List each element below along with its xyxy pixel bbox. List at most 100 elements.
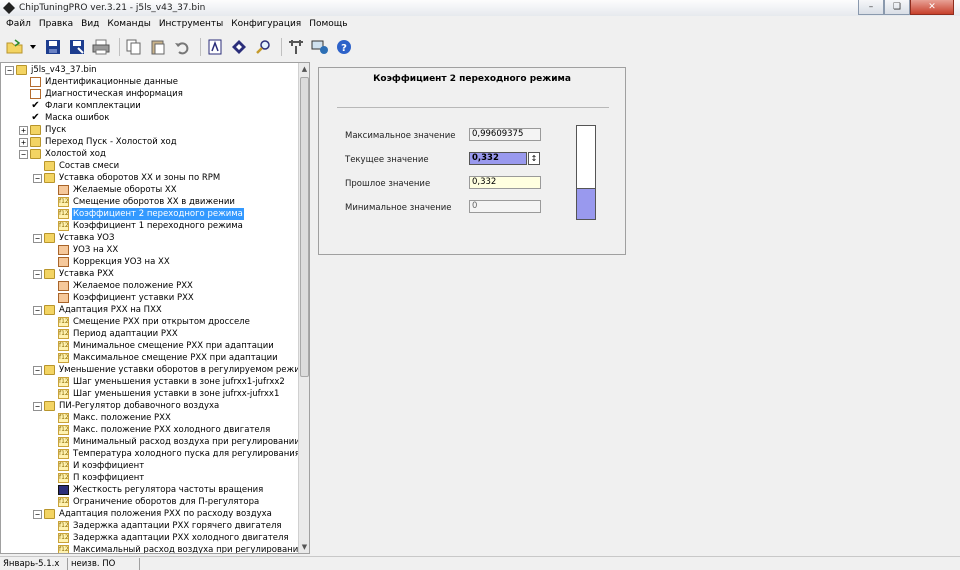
tree-item[interactable]: Идентификационные данные bbox=[30, 76, 179, 88]
collapse-icon[interactable]: − bbox=[33, 305, 42, 315]
parameter-icon: f12 bbox=[58, 533, 69, 543]
tree-item[interactable]: f12 Задержка адаптации РХХ холодного двиг… bbox=[58, 532, 290, 544]
calc-button[interactable] bbox=[205, 37, 225, 57]
save-as-button[interactable] bbox=[67, 37, 87, 57]
tree-item[interactable]: Коэффициент уставки РХХ bbox=[58, 292, 195, 304]
tree-item[interactable]: − Уставка оборотов ХХ и зоны по RPM bbox=[33, 172, 221, 184]
spin-button[interactable]: ↕ bbox=[528, 152, 540, 165]
save-button[interactable] bbox=[43, 37, 63, 57]
app-icon bbox=[3, 2, 15, 14]
tree-item[interactable]: − Адаптация положения РХХ по расходу возд… bbox=[33, 508, 273, 520]
tree-item[interactable]: f12 Задержка адаптации РХХ горячего двига… bbox=[58, 520, 283, 532]
tree-item-label: Уставка РХХ bbox=[59, 269, 114, 279]
tree-item[interactable]: + Пуск bbox=[19, 124, 67, 136]
help-button[interactable]: ? bbox=[334, 37, 354, 57]
tree-item[interactable]: − ПИ-Регулятор добавочного воздуха bbox=[33, 400, 220, 412]
tree-item[interactable]: − Адаптация РХХ на ПХХ bbox=[33, 304, 163, 316]
collapse-icon[interactable]: − bbox=[5, 65, 14, 75]
paste-icon bbox=[151, 40, 165, 54]
expand-icon[interactable]: + bbox=[19, 137, 28, 147]
tree-item[interactable]: f12 Коэффициент 2 переходного режима bbox=[58, 208, 244, 220]
minimize-button[interactable]: – bbox=[858, 0, 884, 15]
folder-icon bbox=[44, 233, 55, 243]
parameter-icon: f12 bbox=[58, 197, 69, 207]
collapse-icon[interactable]: − bbox=[33, 233, 42, 243]
paste-button[interactable] bbox=[148, 37, 168, 57]
tree-item[interactable]: + Переход Пуск - Холостой ход bbox=[19, 136, 178, 148]
tree-item[interactable]: Состав смеси bbox=[44, 160, 120, 172]
print-button[interactable] bbox=[91, 37, 111, 57]
tools-button[interactable] bbox=[286, 37, 306, 57]
tree-item[interactable]: f12 Шаг уменьшения уставки в зоне jufrxx1… bbox=[58, 376, 286, 388]
tree-item[interactable]: f12 Максимальное смещение РХХ при адаптац… bbox=[58, 352, 279, 364]
table-icon bbox=[58, 281, 69, 291]
network-button[interactable] bbox=[310, 37, 330, 57]
title-bar: ChipTuningPRO ver.3.21 - j5ls_v43_37.bin… bbox=[0, 0, 960, 16]
tree-item[interactable]: Жесткость регулятора частоты вращения bbox=[58, 484, 264, 496]
search-button[interactable] bbox=[253, 37, 273, 57]
calc-icon bbox=[208, 39, 222, 54]
open-dropdown-button[interactable] bbox=[29, 37, 37, 57]
tree-item-label: Период адаптации РХХ bbox=[73, 329, 178, 339]
tree-item[interactable]: Желаемые обороты ХХ bbox=[58, 184, 178, 196]
menu-file[interactable]: Файл bbox=[2, 19, 35, 29]
tree-scrollbar[interactable]: ▲ ▼ bbox=[298, 63, 309, 553]
tree-item[interactable]: f12 И коэффициент bbox=[58, 460, 145, 472]
collapse-icon[interactable]: − bbox=[33, 401, 42, 411]
scroll-down-icon[interactable]: ▼ bbox=[299, 541, 309, 553]
tree-item[interactable]: f12 Период адаптации РХХ bbox=[58, 328, 179, 340]
tree-item[interactable]: f12 Минимальный расход воздуха при регули… bbox=[58, 436, 301, 448]
tree-item[interactable]: f12 Ограничение оборотов для П-регулятора bbox=[58, 496, 260, 508]
undo-button[interactable] bbox=[172, 37, 192, 57]
tree-item[interactable]: − Уменьшение уставки оборотов в регулируе… bbox=[33, 364, 309, 376]
tree-item[interactable]: − Уставка РХХ bbox=[33, 268, 115, 280]
tree-item[interactable]: f12 Температура холодного пуска для регул… bbox=[58, 448, 301, 460]
tree-item[interactable]: ✔ Маска ошибок bbox=[30, 112, 110, 124]
tree-item[interactable]: f12 Макс. положение РХХ bbox=[58, 412, 172, 424]
menu-tools[interactable]: Инструменты bbox=[155, 19, 227, 29]
tree-item-label: Смещение оборотов ХХ в движении bbox=[73, 197, 235, 207]
parameter-icon: f12 bbox=[58, 461, 69, 471]
close-button[interactable]: ✕ bbox=[910, 0, 954, 15]
menu-commands[interactable]: Команды bbox=[103, 19, 154, 29]
collapse-icon[interactable]: − bbox=[19, 149, 28, 159]
tree-item[interactable]: f12 Минимальное смещение РХХ при адаптаци… bbox=[58, 340, 275, 352]
svg-text:?: ? bbox=[341, 43, 347, 54]
scroll-thumb[interactable] bbox=[300, 77, 309, 377]
tree-item[interactable]: − Холостой ход bbox=[19, 148, 107, 160]
tree-item[interactable]: Диагностическая информация bbox=[30, 88, 184, 100]
tree-item[interactable]: Желаемое положение РХХ bbox=[58, 280, 194, 292]
toolbar-separator bbox=[200, 37, 201, 56]
copy-button[interactable] bbox=[124, 37, 144, 57]
scroll-up-icon[interactable]: ▲ bbox=[299, 63, 309, 75]
collapse-icon[interactable]: − bbox=[33, 365, 42, 375]
tree-item[interactable]: − j5ls_v43_37.bin bbox=[5, 64, 98, 76]
tree-item[interactable]: − Уставка УОЗ bbox=[33, 232, 115, 244]
restore-button[interactable]: ❏ bbox=[884, 0, 910, 15]
tree-item[interactable]: Коррекция УОЗ на ХХ bbox=[58, 256, 171, 268]
collapse-icon[interactable]: − bbox=[33, 509, 42, 519]
menu-view[interactable]: Вид bbox=[77, 19, 103, 29]
tree-item[interactable]: f12 Макс. положение РХХ холодного двигате… bbox=[58, 424, 271, 436]
expand-icon[interactable]: + bbox=[19, 125, 28, 135]
restore-icon: ❏ bbox=[892, 2, 902, 12]
open-button[interactable] bbox=[5, 37, 25, 57]
network-icon bbox=[311, 40, 328, 54]
parameter-icon: f12 bbox=[58, 389, 69, 399]
tree-item[interactable]: f12 Коэффициент 1 переходного режима bbox=[58, 220, 244, 232]
collapse-icon[interactable]: − bbox=[33, 269, 42, 279]
tree-item[interactable]: f12 П коэффициент bbox=[58, 472, 145, 484]
menu-help[interactable]: Помощь bbox=[305, 19, 351, 29]
current-value-input[interactable]: 0,332 bbox=[469, 152, 527, 165]
menu-config[interactable]: Конфигурация bbox=[227, 19, 305, 29]
tree-item[interactable]: f12 Смещение РХХ при открытом дросселе bbox=[58, 316, 251, 328]
tree-item[interactable]: f12 Шаг уменьшения уставки в зоне jufrxx-… bbox=[58, 388, 280, 400]
collapse-icon[interactable]: − bbox=[33, 173, 42, 183]
tree-item[interactable]: УОЗ на ХХ bbox=[58, 244, 119, 256]
tree-item-label: Уставка УОЗ bbox=[59, 233, 115, 243]
menu-edit[interactable]: Правка bbox=[35, 19, 77, 29]
diamond-button[interactable] bbox=[229, 37, 249, 57]
tree-item[interactable]: f12 Смещение оборотов ХХ в движении bbox=[58, 196, 236, 208]
tree-item[interactable]: f12 Максимальный расход воздуха при регул… bbox=[58, 544, 305, 553]
tree-item[interactable]: ✔ Флаги комплектации bbox=[30, 100, 142, 112]
